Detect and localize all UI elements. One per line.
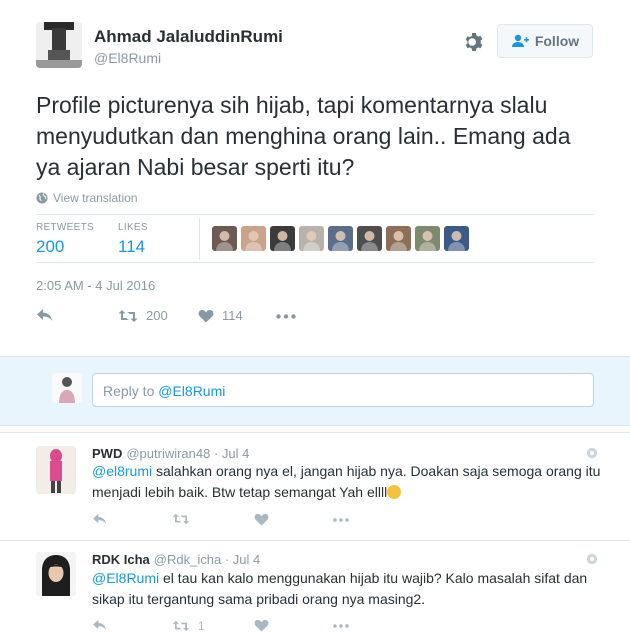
retweet-icon [172,513,190,525]
reply-button[interactable] [36,308,54,322]
author-avatar[interactable] [36,22,82,68]
gear-icon[interactable] [462,30,486,54]
retweet-button[interactable]: 200 [118,308,168,323]
divider [0,540,630,541]
reply-author-name[interactable]: PWD [92,446,122,461]
retweet-icon [172,620,190,632]
likes-count: 114 [118,237,146,256]
heart-icon [254,513,269,526]
reply-text: @El8Rumi el tau kan kalo menggunakan hij… [92,568,602,610]
reply-source-icon[interactable] [586,447,598,459]
reply-time[interactable]: · Jul 4 [214,446,249,461]
reply-body: salahkan orang nya el, jangan hijab nya.… [92,463,601,500]
author-name[interactable]: Ahmad JalaluddinRumi [94,27,283,47]
retweet-count: 200 [146,308,168,323]
globe-icon [36,192,48,204]
reply-input-mention: @El8Rumi [158,383,226,399]
reply-icon [37,309,52,321]
reply-retweet-count: 1 [198,619,205,633]
more-dots-icon [333,624,349,628]
stat-separator [199,218,200,260]
reply-reply-button[interactable] [92,619,108,631]
reply-more-button[interactable] [332,624,350,628]
reply-source-icon[interactable] [586,553,598,565]
reply-retweet-button[interactable]: 1 [172,619,205,633]
view-translation-label: View translation [53,191,138,205]
more-dots-icon [276,314,296,319]
view-translation-link[interactable]: View translation [36,191,138,205]
reply-mention[interactable]: @El8Rumi [92,570,159,586]
reply-input[interactable]: Reply to @El8Rumi [92,373,594,407]
reply-input-prefix: Reply to [103,383,159,399]
liker-avatar[interactable] [270,226,295,251]
divider [0,432,630,433]
reply-mention[interactable]: @el8rumi [92,463,152,479]
current-user-avatar [52,373,82,403]
follow-button-label: Follow [534,33,580,49]
retweets-count: 200 [36,237,65,256]
tweet-text: Profile picturenya sih hijab, tapi komen… [36,92,571,180]
retweets-stat[interactable]: RETWEETS 200 [36,222,94,257]
author-handle[interactable]: @El8Rumi [94,50,161,66]
more-button[interactable] [276,314,296,319]
reply-like-button[interactable] [254,619,277,632]
liker-avatar[interactable] [212,226,237,251]
reply-body: el tau kan kalo menggunakan hijab itu wa… [92,570,588,607]
divider [36,262,594,263]
liker-avatar[interactable] [328,226,353,251]
liker-avatar[interactable] [241,226,266,251]
heart-icon [198,309,214,322]
reply-avatar[interactable] [36,552,76,596]
likes-stat[interactable]: LIKES 114 [118,222,148,257]
reply-reply-button[interactable] [92,513,108,525]
more-dots-icon [333,518,349,522]
reply-icon [93,513,106,525]
reply-author-handle[interactable]: @Rdk_icha [154,552,221,567]
reply-avatar[interactable] [36,446,76,494]
liker-avatar[interactable] [386,226,411,251]
retweets-label: RETWEETS [36,222,94,233]
reply-like-button[interactable] [254,513,277,526]
reply-header: PWD @putriwiran48 · Jul 4 [92,446,249,461]
liker-avatars [212,226,469,251]
reply-icon [93,619,106,631]
follow-button[interactable]: Follow [497,24,593,58]
like-count: 114 [222,308,243,323]
reply-more-button[interactable] [332,518,350,522]
reply-author-handle[interactable]: @putriwiran48 [126,446,210,461]
divider [36,214,594,215]
like-button[interactable]: 114 [198,308,243,323]
reply-text: @el8rumi salahkan orang nya el, jangan h… [92,461,602,503]
liker-avatar[interactable] [357,226,382,251]
heart-icon [254,619,269,632]
liker-avatar[interactable] [415,226,440,251]
liker-avatar[interactable] [444,226,469,251]
retweet-icon [118,309,138,322]
tweet-timestamp[interactable]: 2:05 AM - 4 Jul 2016 [36,278,155,293]
follow-user-icon [511,34,529,47]
liker-avatar[interactable] [299,226,324,251]
reply-header: RDK Icha @Rdk_icha · Jul 4 [92,552,260,567]
blush-emoji-icon [387,485,402,499]
likes-label: LIKES [118,222,148,233]
reply-author-name[interactable]: RDK Icha [92,552,150,567]
reply-time[interactable]: · Jul 4 [225,552,260,567]
reply-retweet-button[interactable] [172,513,198,525]
